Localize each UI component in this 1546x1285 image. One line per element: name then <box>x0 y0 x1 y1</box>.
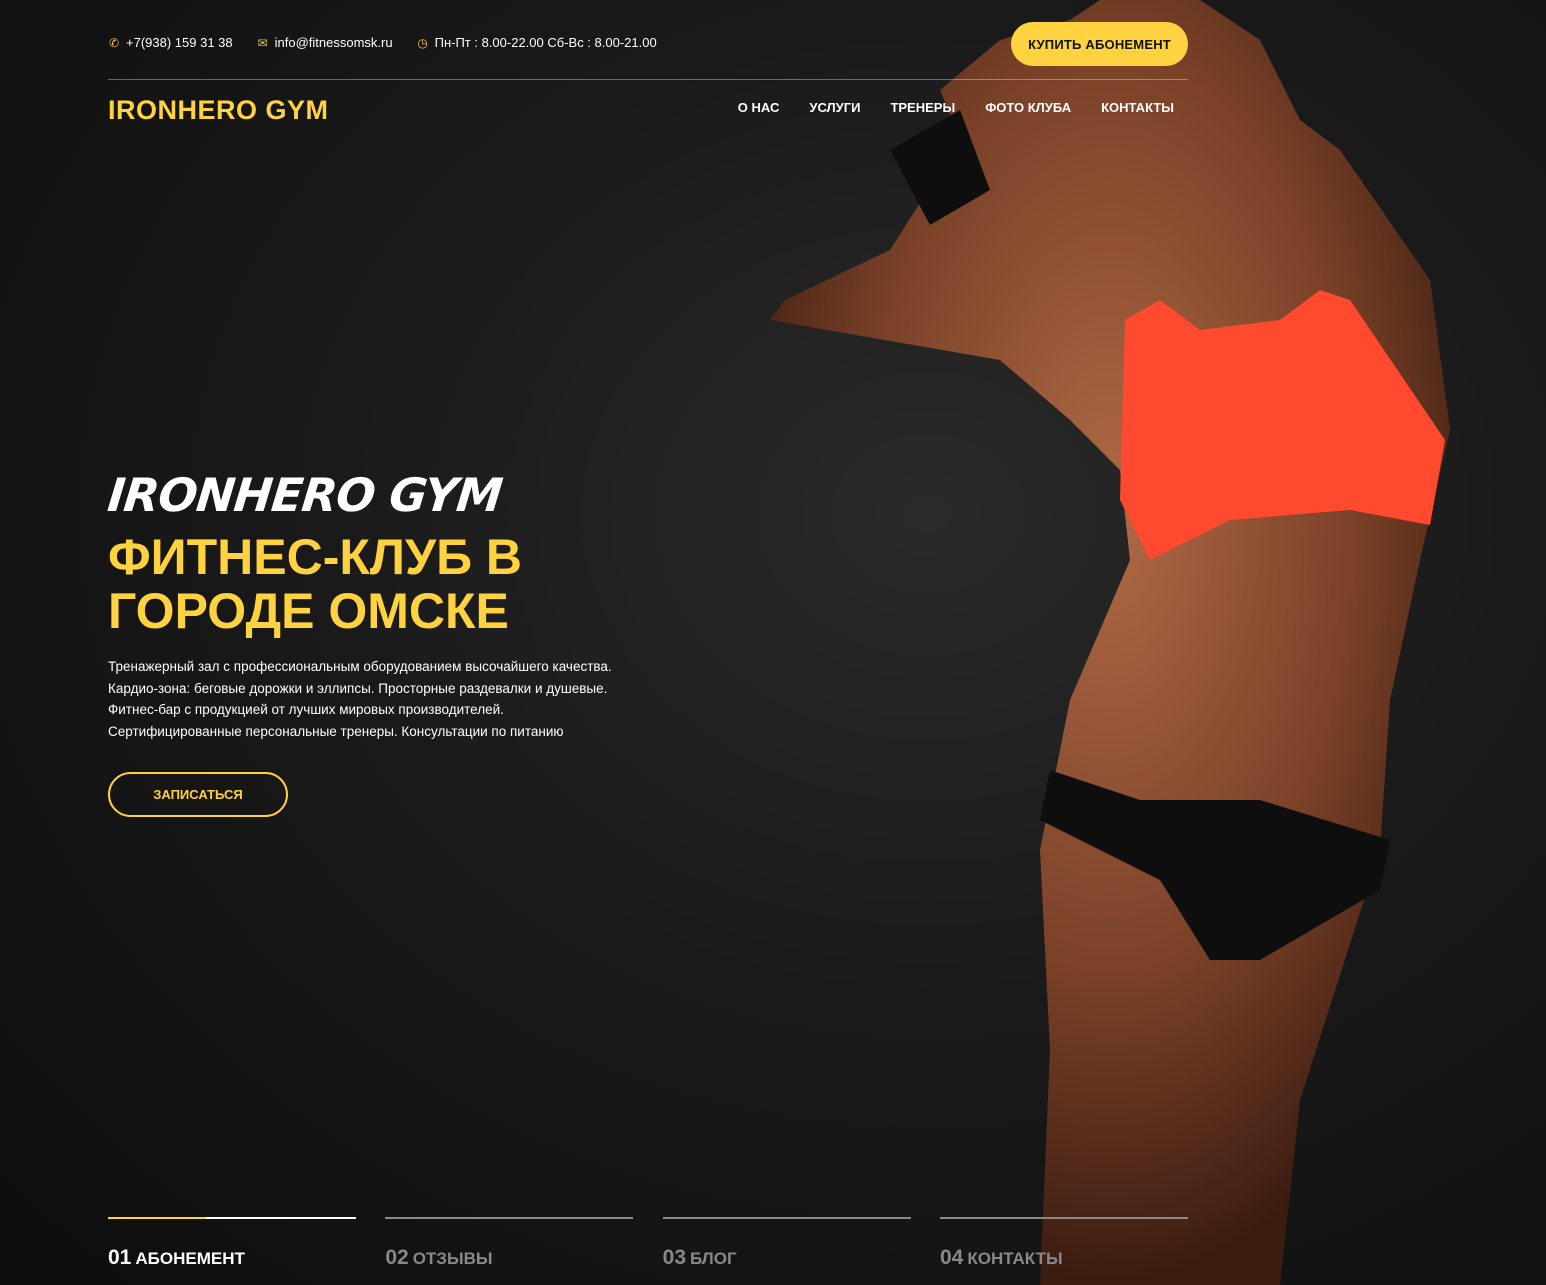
tab-number: 02 <box>385 1246 409 1269</box>
phone-icon: ✆ <box>108 35 120 50</box>
clock-icon: ◷ <box>417 35 428 50</box>
slider-tabs: 01 АБОНЕМЕНТ 02 ОТЗЫВЫ 03 БЛОГ 04 КОНТАКТЫ <box>108 1217 1188 1270</box>
tab-progress-line <box>939 1217 1188 1219</box>
tab-number: 03 <box>662 1246 687 1269</box>
signup-button[interactable]: ЗАПИСАТЬСЯ <box>108 772 288 817</box>
headline-line-2: ГОРОДЕ ОМСКЕ <box>108 583 509 639</box>
tab-label: БЛОГ <box>690 1249 737 1268</box>
hero-description: Тренажерный зал с профессиональным обору… <box>108 659 612 739</box>
phone-number: +7(938) 159 31 38 <box>126 35 233 50</box>
hero-section: IRONHERO GYM ФИТНЕС-КЛУБ В ГОРОДЕ ОМСКЕ … <box>105 462 628 817</box>
tab-label: КОНТАКТЫ <box>967 1249 1063 1268</box>
buy-membership-button[interactable]: КУПИТЬ АБОНЕМЕНТ <box>1011 22 1188 66</box>
tab-blog[interactable]: 03 БЛОГ <box>662 1217 911 1270</box>
email-contact[interactable]: ✉ info@fitnessomsk.ru <box>257 35 393 50</box>
tab-membership[interactable]: 01 АБОНЕМЕНТ <box>108 1217 356 1270</box>
tab-label: АБОНЕМЕНТ <box>135 1249 245 1268</box>
email-address: info@fitnessomsk.ru <box>274 35 393 50</box>
main-header: IRONHERO GYM О НАС УСЛУГИ ТРЕНЕРЫ ФОТО К… <box>108 90 1188 130</box>
tab-number: 01 <box>108 1246 132 1269</box>
tab-progress-line <box>385 1217 634 1219</box>
tab-progress-line <box>662 1217 911 1219</box>
nav-item-about[interactable]: О НАС <box>738 100 780 115</box>
opening-hours: ◷ Пн-Пт : 8.00-22.00 Сб-Вс : 8.00-21.00 <box>417 35 657 50</box>
phone-contact[interactable]: ✆ +7(938) 159 31 38 <box>108 35 233 50</box>
nav-item-contacts[interactable]: КОНТАКТЫ <box>1101 100 1174 115</box>
nav-item-services[interactable]: УСЛУГИ <box>809 100 860 115</box>
hero-headline: ФИТНЕС-КЛУБ В ГОРОДЕ ОМСКЕ <box>108 530 668 638</box>
tab-contacts[interactable]: 04 КОНТАКТЫ <box>939 1217 1188 1270</box>
headline-line-1: ФИТНЕС-КЛУБ В <box>108 529 523 585</box>
main-nav: О НАС УСЛУГИ ТРЕНЕРЫ ФОТО КЛУБА КОНТАКТЫ <box>708 100 1174 115</box>
hero-script-title: IRONHERO GYM <box>105 468 505 522</box>
top-contact-bar: ✆ +7(938) 159 31 38 ✉ info@fitnessomsk.r… <box>108 20 1188 80</box>
nav-item-photos[interactable]: ФОТО КЛУБА <box>985 100 1071 115</box>
tab-progress-line <box>108 1217 356 1219</box>
athlete-photo <box>740 0 1546 1285</box>
tab-reviews[interactable]: 02 ОТЗЫВЫ <box>385 1217 634 1270</box>
tab-label: ОТЗЫВЫ <box>412 1249 493 1268</box>
nav-item-trainers[interactable]: ТРЕНЕРЫ <box>890 100 955 115</box>
hours-text: Пн-Пт : 8.00-22.00 Сб-Вс : 8.00-21.00 <box>434 35 657 50</box>
tab-number: 04 <box>939 1246 964 1269</box>
envelope-icon: ✉ <box>257 35 268 50</box>
site-logo[interactable]: IRONHERO GYM <box>108 95 329 126</box>
